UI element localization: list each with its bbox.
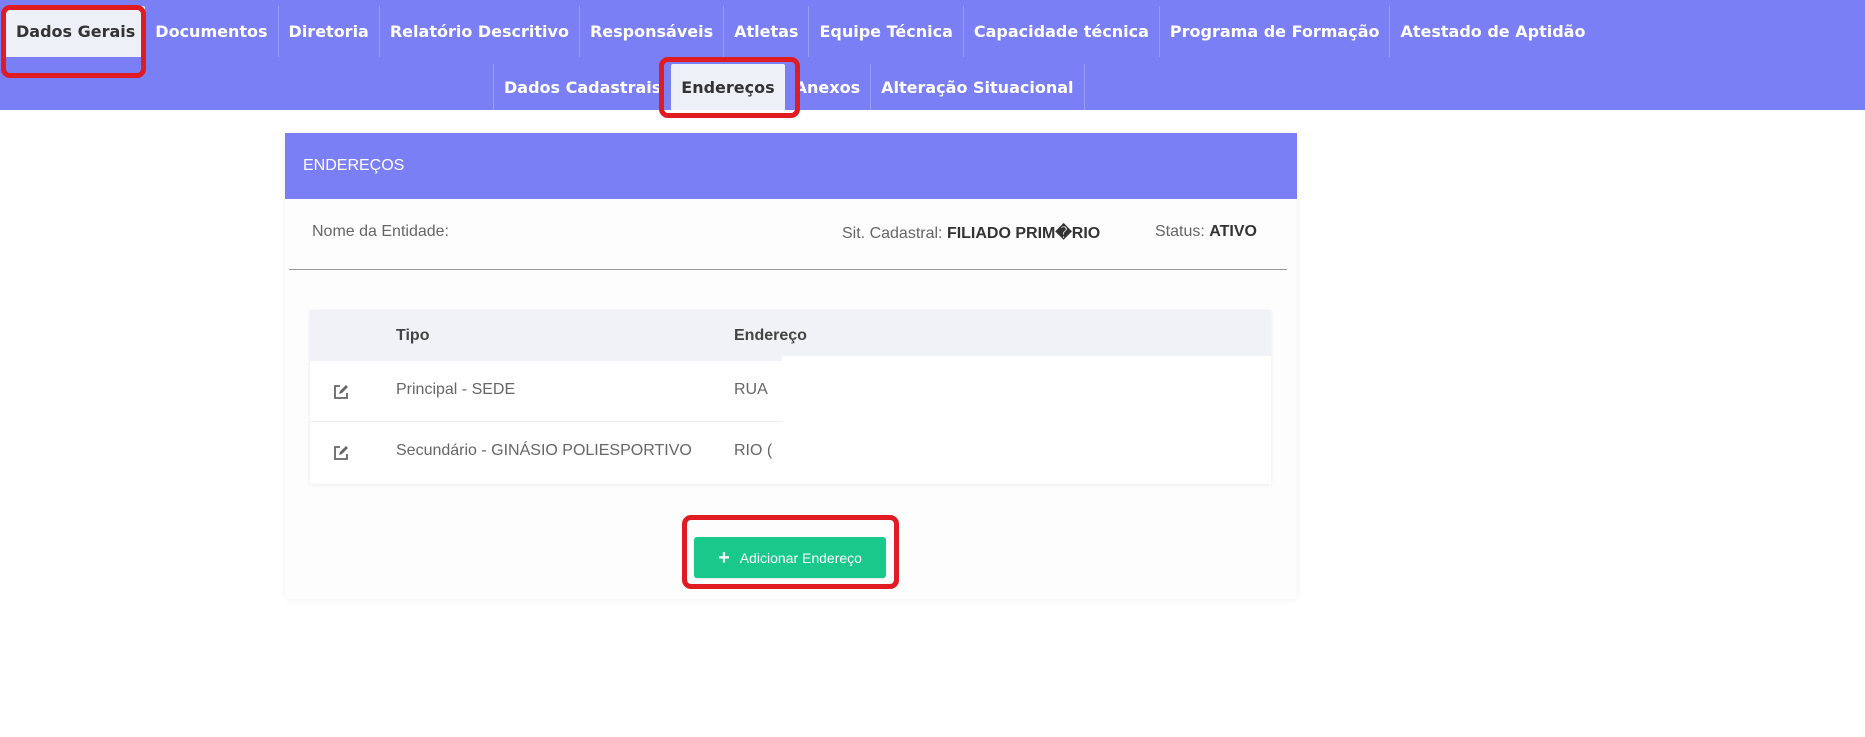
registration-status: Sit. Cadastral: FILIADO PRIM�RIO [842, 223, 1100, 243]
redaction-mask [783, 422, 1271, 483]
add-address-label: Adicionar Endereço [739, 549, 862, 566]
column-header-tipo: Tipo [396, 327, 430, 344]
redaction-mask [783, 361, 1271, 422]
tab-alteracao-situacional[interactable]: Alteração Situacional [870, 64, 1085, 110]
nav-row-primary: Dados Gerais Documentos Diretoria Relató… [6, 6, 1595, 57]
tab-programa-de-formacao[interactable]: Programa de Formação [1158, 6, 1390, 57]
cell-tipo: Principal - SEDE [396, 381, 516, 398]
tab-capacidade-tecnica[interactable]: Capacidade técnica [962, 6, 1159, 57]
divider [289, 269, 1287, 270]
tab-dados-gerais[interactable]: Dados Gerais [6, 6, 146, 57]
top-navigation: Dados Gerais Documentos Diretoria Relató… [0, 0, 1865, 110]
tab-documentos[interactable]: Documentos [145, 6, 277, 57]
tab-atestado-de-aptidao[interactable]: Atestado de Aptidão [1389, 6, 1595, 57]
sit-value: FILIADO PRIM�RIO [946, 225, 1101, 242]
add-address-button[interactable]: + Adicionar Endereço [694, 537, 886, 578]
cell-endereco: RUA [734, 381, 768, 398]
card-title: ENDEREÇOS [285, 133, 1297, 199]
cell-tipo: Secundário - GINÁSIO POLIESPORTIVO [396, 442, 692, 459]
entity-info-row: Nome da Entidade: Sit. Cadastral: FILIAD… [285, 199, 1297, 269]
status-info: Status: ATIVO [1155, 223, 1257, 241]
enderecos-card: ENDEREÇOS Nome da Entidade: Sit. Cadastr… [285, 133, 1297, 599]
tab-atletas[interactable]: Atletas [723, 6, 808, 57]
tab-relatorio-descritivo[interactable]: Relatório Descritivo [378, 6, 579, 57]
plus-icon: + [718, 546, 730, 569]
edit-icon[interactable] [332, 383, 350, 401]
tab-dados-cadastrais[interactable]: Dados Cadastrais [493, 64, 671, 110]
status-label: Status: [1155, 223, 1205, 240]
table-row: Principal - SEDE RUA [310, 361, 1271, 422]
column-header-endereco: Endereço [734, 327, 807, 344]
cell-endereco: RIO ( [734, 442, 773, 459]
table-header: Tipo Endereço [310, 310, 1271, 361]
entity-name-label: Nome da Entidade: [312, 223, 449, 240]
tab-diretoria[interactable]: Diretoria [277, 6, 379, 57]
sit-label: Sit. Cadastral: [842, 225, 943, 242]
tab-anexos[interactable]: Anexos [785, 64, 870, 110]
addresses-table: Tipo Endereço Principal - SEDE RUA Secun… [310, 310, 1271, 484]
table-row: Secundário - GINÁSIO POLIESPORTIVO RIO ( [310, 422, 1271, 483]
nav-row-secondary: Dados Cadastrais Endereços Anexos Altera… [493, 64, 1085, 110]
tab-responsaveis[interactable]: Responsáveis [578, 6, 723, 57]
tab-equipe-tecnica[interactable]: Equipe Técnica [808, 6, 962, 57]
tab-enderecos[interactable]: Endereços [671, 64, 785, 110]
status-value: ATIVO [1209, 223, 1257, 240]
edit-icon[interactable] [332, 444, 350, 462]
